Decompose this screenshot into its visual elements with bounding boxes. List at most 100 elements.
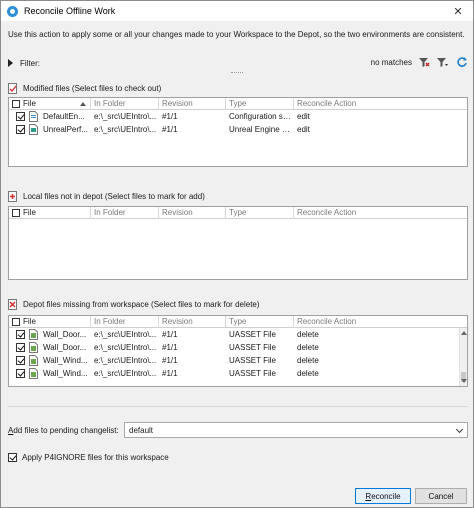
select-all-checkbox[interactable] — [12, 100, 20, 108]
type-cell: UASSET File — [229, 369, 276, 378]
col-action[interactable]: Reconcile Action — [294, 316, 459, 328]
filter-label: Filter: — [20, 58, 40, 68]
col-folder[interactable]: In Folder — [91, 316, 159, 328]
project-file-icon — [29, 124, 38, 135]
missing-files-heading: Depot files missing from workspace (Sele… — [8, 299, 260, 310]
uasset-file-icon — [29, 355, 38, 366]
col-type[interactable]: Type — [226, 316, 294, 328]
cancel-button[interactable]: Cancel — [415, 488, 467, 504]
filter-row: Filter: no matches — [8, 56, 470, 70]
action-cell: delete — [297, 343, 319, 352]
modified-files-heading: Modified files (Select files to check ou… — [8, 83, 161, 94]
p4ignore-option[interactable]: Apply P4IGNORE files for this workspace — [8, 453, 169, 462]
scroll-down-icon[interactable] — [461, 379, 467, 383]
revision-cell: #1/1 — [162, 330, 178, 339]
p4v-app-icon — [7, 5, 18, 17]
changelist-select[interactable]: default — [124, 422, 468, 438]
table-row[interactable]: Wall_Wind... e:\_src\UEIntro\... #1/1 UA… — [9, 354, 467, 367]
table-header: File In Folder Revision Type Reconcile A… — [9, 207, 467, 219]
folder-cell: e:\_src\UEIntro\... — [94, 343, 157, 352]
col-action[interactable]: Reconcile Action — [294, 207, 467, 219]
file-name: DefaultEn... — [43, 112, 85, 121]
file-name: Wall_Door... — [43, 343, 87, 352]
refresh-icon[interactable] — [456, 56, 468, 68]
action-cell: delete — [297, 356, 319, 365]
table-header: File In Folder Revision Type Reconcile A… — [9, 316, 467, 328]
filter-status: no matches — [370, 58, 412, 67]
scroll-up-icon[interactable] — [461, 331, 467, 335]
window-title: Reconcile Offline Work — [24, 6, 116, 16]
splitter-grip[interactable] — [231, 72, 243, 74]
reconcile-button[interactable]: Reconcile — [355, 488, 411, 504]
file-name: Wall_Door... — [43, 330, 87, 339]
type-cell: Unreal Engine Pr... — [229, 125, 294, 134]
col-folder[interactable]: In Folder — [91, 207, 159, 219]
col-file[interactable]: File — [9, 316, 91, 328]
type-cell: UASSET File — [229, 356, 276, 365]
action-cell: edit — [297, 112, 310, 121]
file-name: Wall_Wind... — [43, 369, 88, 378]
config-file-icon — [29, 111, 38, 122]
folder-cell: e:\_src\UEIntro\... — [94, 369, 157, 378]
row-checkbox[interactable] — [16, 125, 25, 134]
reconcile-dialog: Reconcile Offline Work ✕ Use this action… — [0, 0, 474, 508]
revision-cell: #1/1 — [162, 369, 178, 378]
col-file[interactable]: File — [9, 98, 91, 110]
local-files-table: File In Folder Revision Type Reconcile A… — [8, 206, 468, 280]
action-cell: delete — [297, 369, 319, 378]
col-revision[interactable]: Revision — [159, 207, 226, 219]
revision-cell: #1/1 — [162, 356, 178, 365]
table-row[interactable]: Wall_Door... e:\_src\UEIntro\... #1/1 UA… — [9, 341, 467, 354]
divider — [8, 406, 468, 407]
chevron-down-icon[interactable] — [455, 425, 464, 434]
type-cell: UASSET File — [229, 343, 276, 352]
table-row[interactable]: Wall_Door... e:\_src\UEIntro\... #1/1 UA… — [9, 328, 467, 341]
intro-text: Use this action to apply some or all you… — [8, 30, 465, 39]
add-file-icon — [8, 191, 17, 202]
uasset-file-icon — [29, 329, 38, 340]
folder-cell: e:\_src\UEIntro\... — [94, 356, 157, 365]
folder-cell: e:\_src\UEIntro\... — [94, 330, 157, 339]
uasset-file-icon — [29, 342, 38, 353]
col-type[interactable]: Type — [226, 98, 294, 110]
revision-cell: #1/1 — [162, 125, 178, 134]
table-row[interactable]: DefaultEn... e:\_src\UEIntro\... #1/1 Co… — [9, 110, 467, 123]
missing-files-title: Depot files missing from workspace (Sele… — [23, 300, 260, 309]
row-checkbox[interactable] — [16, 112, 25, 121]
table-row[interactable]: Wall_Wind... e:\_src\UEIntro\... #1/1 UA… — [9, 367, 467, 380]
local-files-title: Local files not in depot (Select files t… — [23, 192, 205, 201]
vertical-scrollbar[interactable] — [459, 328, 467, 386]
type-cell: UASSET File — [229, 330, 276, 339]
sort-ascending-icon — [80, 102, 86, 106]
folder-cell: e:\_src\UEIntro\... — [94, 112, 157, 121]
revision-cell: #1/1 — [162, 112, 178, 121]
folder-cell: e:\_src\UEIntro\... — [94, 125, 157, 134]
filter-expand-icon[interactable] — [8, 59, 13, 67]
row-checkbox[interactable] — [16, 356, 25, 365]
close-button[interactable]: ✕ — [447, 2, 469, 20]
clear-filter-icon[interactable] — [418, 56, 430, 68]
col-type[interactable]: Type — [226, 207, 294, 219]
action-cell: delete — [297, 330, 319, 339]
row-checkbox[interactable] — [16, 369, 25, 378]
delete-file-icon — [8, 299, 17, 310]
row-checkbox[interactable] — [16, 343, 25, 352]
modified-files-title: Modified files (Select files to check ou… — [23, 84, 162, 93]
col-folder[interactable]: In Folder — [91, 98, 159, 110]
filter-options-icon[interactable] — [436, 56, 448, 68]
action-cell: edit — [297, 125, 310, 134]
col-revision[interactable]: Revision — [159, 98, 226, 110]
select-all-checkbox[interactable] — [12, 209, 20, 217]
table-row[interactable]: UnrealPerf... e:\_src\UEIntro\... #1/1 U… — [9, 123, 467, 136]
changelist-selected-value: default — [129, 425, 154, 435]
revision-cell: #1/1 — [162, 343, 178, 352]
table-header: File In Folder Revision Type Reconcile A… — [9, 98, 467, 110]
file-name: UnrealPerf... — [43, 125, 88, 134]
row-checkbox[interactable] — [16, 330, 25, 339]
select-all-checkbox[interactable] — [12, 318, 20, 326]
col-file[interactable]: File — [9, 207, 91, 219]
col-action[interactable]: Reconcile Action — [294, 98, 467, 110]
missing-files-table: File In Folder Revision Type Reconcile A… — [8, 315, 468, 387]
col-revision[interactable]: Revision — [159, 316, 226, 328]
p4ignore-checkbox[interactable] — [8, 453, 17, 462]
